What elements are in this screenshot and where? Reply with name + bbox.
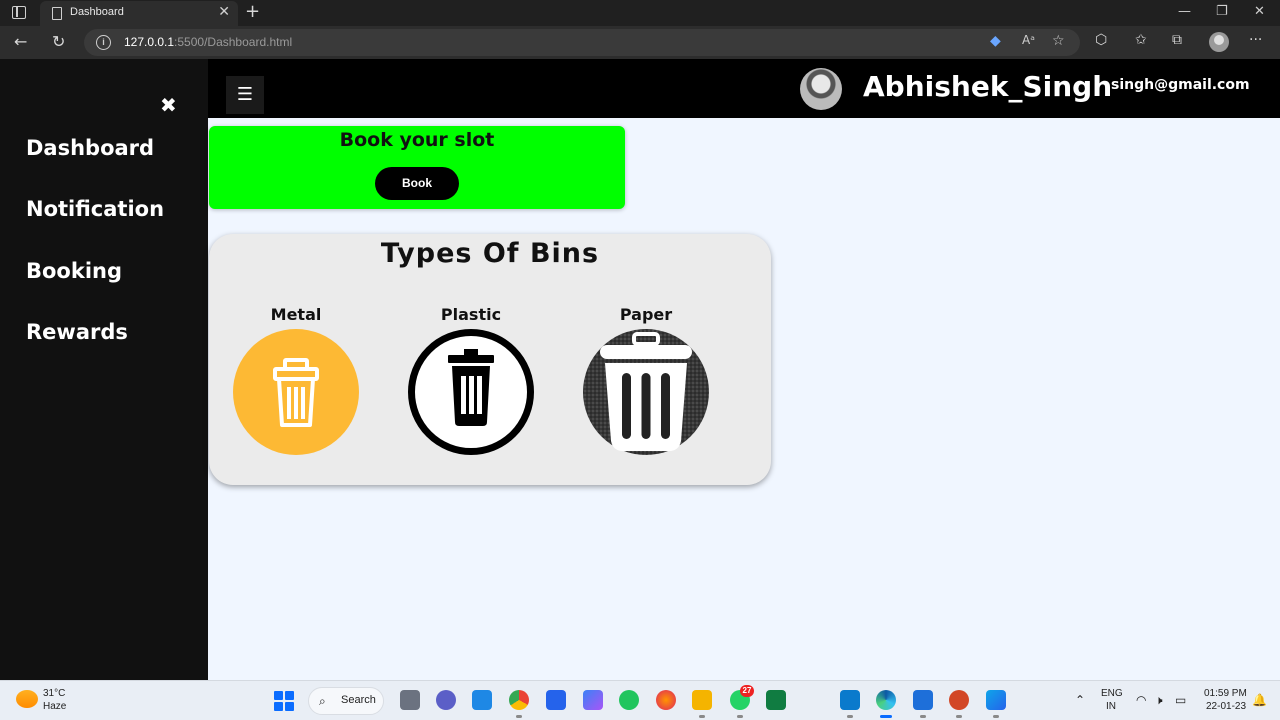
bin-label-paper: Paper xyxy=(619,305,673,324)
search-icon: ⌕ xyxy=(319,694,326,708)
battery-icon[interactable]: ▭ xyxy=(1175,693,1186,707)
language-indicator-line1[interactable]: ENG xyxy=(1101,688,1123,699)
whatsapp-badge: 27 xyxy=(740,685,754,697)
url-text[interactable]: 127.0.0.1:5500/Dashboard.html xyxy=(124,35,292,49)
media-player-icon[interactable] xyxy=(583,690,603,710)
bin-types-card: Types Of Bins Metal Plastic Paper xyxy=(209,234,771,485)
app-icon[interactable] xyxy=(913,690,933,718)
nav-item-notification[interactable]: Notification xyxy=(26,197,164,221)
minimize-icon[interactable]: — xyxy=(1178,4,1191,19)
file-explorer-icon[interactable] xyxy=(692,690,712,718)
page-icon xyxy=(52,7,62,20)
edge-icon[interactable] xyxy=(876,690,896,718)
address-bar[interactable]: i 127.0.0.1:5500/Dashboard.html ◆ Aᵃ ☆ xyxy=(84,29,1080,56)
show-hidden-icons-icon[interactable]: ⌃ xyxy=(1075,693,1085,707)
booking-title: Book your slot xyxy=(339,129,495,151)
vscode-icon[interactable] xyxy=(840,690,860,718)
utorrent-icon[interactable] xyxy=(619,690,639,710)
more-options-icon[interactable]: ··· xyxy=(1249,32,1262,48)
excel-icon[interactable] xyxy=(766,690,786,710)
tab-actions-icon[interactable] xyxy=(12,6,26,19)
language-indicator-line2[interactable]: IN xyxy=(1106,701,1116,712)
nav-item-booking[interactable]: Booking xyxy=(26,259,122,283)
browser-toolbar: ← ↻ i 127.0.0.1:5500/Dashboard.html ◆ Aᵃ… xyxy=(0,26,1280,59)
bin-types-title: Types Of Bins xyxy=(380,238,600,269)
teams-chat-icon[interactable] xyxy=(436,690,456,710)
browser-tab[interactable]: Dashboard ✕ xyxy=(40,1,238,26)
refresh-icon[interactable]: ↻ xyxy=(52,32,65,51)
weather-haze-icon[interactable] xyxy=(16,690,38,708)
book-button[interactable]: Book xyxy=(375,167,459,200)
close-window-icon[interactable]: ✕ xyxy=(1254,4,1265,19)
bin-label-metal: Metal xyxy=(270,305,322,324)
clock-date[interactable]: 22-01-23 xyxy=(1206,701,1246,712)
tab-title: Dashboard xyxy=(70,6,124,18)
bin-label-plastic: Plastic xyxy=(440,305,502,324)
menu-toggle-icon[interactable]: ☰ xyxy=(226,76,264,114)
read-aloud-icon[interactable]: Aᵃ xyxy=(1022,33,1035,47)
mail-icon[interactable] xyxy=(472,690,492,710)
top-header: ☰ Abhishek_Singh singh@gmail.com xyxy=(208,59,1280,118)
booking-card: Book your slot Book xyxy=(209,126,625,209)
close-sidebar-icon[interactable]: ✖ xyxy=(160,93,177,117)
favorite-star-icon[interactable]: ☆ xyxy=(1052,33,1065,49)
volume-muted-icon[interactable]: 🕨 xyxy=(1155,693,1163,708)
microsoft-store-icon[interactable] xyxy=(546,690,566,710)
search-label: Search xyxy=(341,694,376,706)
url-host: 127.0.0.1 xyxy=(124,35,175,49)
firefox-icon[interactable] xyxy=(656,690,676,710)
back-icon[interactable]: ← xyxy=(14,32,27,51)
site-info-icon[interactable]: i xyxy=(96,35,111,50)
task-view-icon[interactable] xyxy=(400,690,420,710)
restore-icon[interactable]: ❐ xyxy=(1216,4,1228,19)
metal-bin-icon[interactable] xyxy=(233,329,359,455)
photos-icon[interactable] xyxy=(986,690,1006,718)
taskbar-search-button[interactable]: ⌕ Search xyxy=(308,687,384,715)
collections-icon[interactable]: ⧉ xyxy=(1172,32,1182,48)
favorites-icon[interactable]: ✩ xyxy=(1135,32,1147,48)
shopping-tag-icon[interactable]: ◆ xyxy=(990,33,1001,49)
paper-bin-icon[interactable] xyxy=(583,329,709,455)
close-tab-icon[interactable]: ✕ xyxy=(218,4,230,20)
notifications-icon[interactable]: 🔔 xyxy=(1252,693,1267,707)
extensions-icon[interactable]: ⬡ xyxy=(1095,32,1107,48)
nav-item-dashboard[interactable]: Dashboard xyxy=(26,136,154,160)
weather-temperature[interactable]: 31°C xyxy=(43,688,65,699)
powerpoint-icon[interactable] xyxy=(949,690,969,718)
nav-item-rewards[interactable]: Rewards xyxy=(26,320,128,344)
windows-start-icon[interactable] xyxy=(274,691,294,711)
chrome-icon[interactable] xyxy=(509,690,529,718)
url-path: :5500/Dashboard.html xyxy=(174,35,293,49)
clock-time[interactable]: 01:59 PM xyxy=(1204,688,1247,699)
sidebar: ✖ Dashboard Notification Booking Rewards xyxy=(0,59,208,680)
wifi-icon[interactable]: ◠ xyxy=(1136,693,1146,707)
profile-avatar[interactable] xyxy=(1209,32,1229,52)
user-avatar xyxy=(800,68,842,110)
weather-description[interactable]: Haze xyxy=(43,701,66,712)
user-email: singh@gmail.com xyxy=(1111,77,1250,93)
plastic-bin-icon[interactable] xyxy=(408,329,534,455)
windows-taskbar: 31°C Haze ⌕ Search ⌃ ENG IN ◠ 🕨 ▭ 01:59 … xyxy=(0,680,1280,720)
browser-tab-strip: Dashboard ✕ + — ❐ ✕ xyxy=(0,0,1280,26)
user-name: Abhishek_Singh xyxy=(863,70,1113,103)
new-tab-icon[interactable]: + xyxy=(245,1,260,22)
